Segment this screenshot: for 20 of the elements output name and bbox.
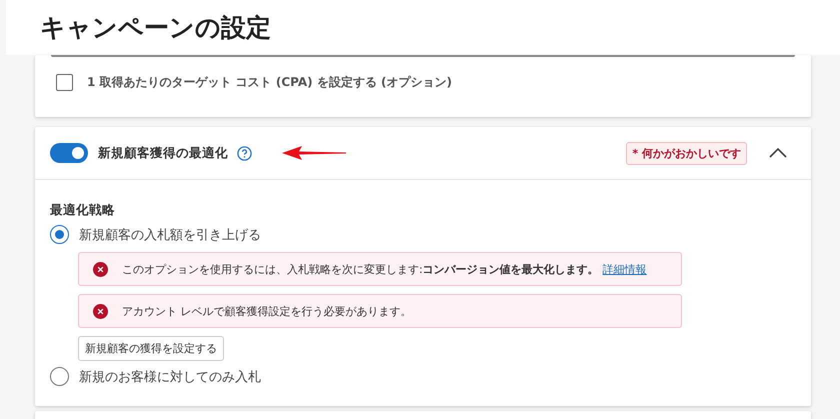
strategy-label: 最適化戦略 (50, 202, 116, 219)
page-title: キャンペーンの設定 (40, 12, 271, 44)
error-text: このオプションを使用するには、入札戦略を次に変更します:コンバージョン値を最大化します。 詳細情報 (122, 262, 647, 276)
warning-badge: * 何かがおかしいです (626, 142, 747, 164)
error-text: アカウント レベルで顧客獲得設定を行う必要があります。 (122, 304, 412, 318)
checkbox[interactable] (56, 74, 73, 91)
radio-button[interactable] (50, 367, 69, 386)
toggle-switch[interactable] (50, 143, 88, 163)
radio-label: 新規のお客様に対してのみ入札 (79, 368, 261, 386)
checkbox-label: 1 取得あたりのターゲット コスト (CPA) を設定する (オプション) (87, 74, 452, 91)
collapse-caret-icon[interactable] (769, 148, 787, 158)
arrow-annotation-icon (282, 146, 346, 160)
section-title: 新規顧客獲得の最適化 (98, 144, 228, 162)
error-icon (93, 304, 108, 318)
setup-button[interactable]: 新規顧客の獲得を設定する (78, 336, 224, 361)
radio-label: 新規顧客の入札額を引き上げる (79, 226, 261, 244)
learn-more-link[interactable]: 詳細情報 (602, 262, 647, 276)
error-icon (93, 262, 108, 276)
radio-button[interactable] (50, 225, 69, 244)
help-icon[interactable] (237, 146, 252, 160)
